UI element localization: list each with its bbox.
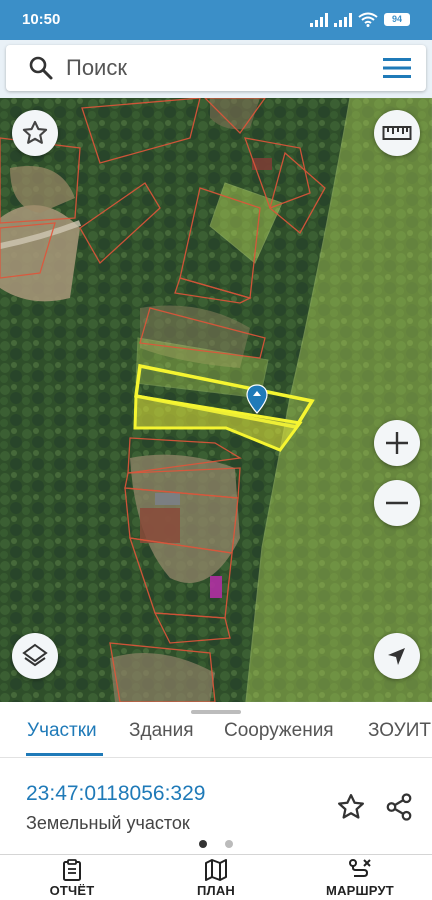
zoom-out-icon: [386, 501, 408, 505]
nav-report[interactable]: ОТЧЁТ: [22, 859, 122, 898]
page-dot-active: [199, 840, 207, 848]
tab-structures[interactable]: Сооружения: [224, 720, 334, 742]
favorite-button[interactable]: [12, 110, 58, 156]
search-area: [0, 40, 432, 98]
nav-plan-label: ПЛАН: [196, 883, 236, 898]
zoom-in-icon: [386, 432, 408, 454]
share-icon[interactable]: [384, 792, 414, 822]
parcel-info-card[interactable]: 23:47:0118056:329 Земельный участок: [0, 758, 432, 854]
tab-buildings[interactable]: Здания: [129, 720, 194, 742]
tab-zouit[interactable]: ЗОУИТ: [368, 720, 431, 742]
map-icon: [205, 859, 227, 881]
clipboard-icon: [63, 859, 81, 881]
layers-button[interactable]: [12, 633, 58, 679]
menu-icon[interactable]: [382, 56, 412, 80]
zoom-in-button[interactable]: [374, 420, 420, 466]
ruler-button[interactable]: [374, 110, 420, 156]
cadastral-number[interactable]: 23:47:0118056:329: [26, 782, 205, 806]
nav-route[interactable]: МАРШРУТ: [310, 859, 410, 898]
active-tab-indicator: [26, 753, 103, 756]
satellite-imagery: [0, 98, 432, 702]
page-dot: [225, 840, 233, 848]
layers-icon: [22, 643, 48, 667]
category-tabs: Участки Здания Сооружения ЗОУИТ: [0, 702, 432, 758]
search-icon[interactable]: [28, 55, 54, 81]
zoom-out-button[interactable]: [374, 480, 420, 526]
nav-plan[interactable]: ПЛАН: [166, 859, 266, 898]
wifi-icon: [358, 12, 378, 27]
status-time: 10:50: [22, 11, 61, 28]
search-input[interactable]: [66, 52, 366, 84]
ruler-icon: [382, 126, 412, 140]
tab-parcels[interactable]: Участки: [27, 720, 97, 742]
nav-route-label: МАРШРУТ: [326, 883, 394, 898]
signal-icon: [310, 12, 328, 27]
location-pin-icon[interactable]: [246, 384, 268, 414]
nav-report-label: ОТЧЁТ: [49, 883, 95, 898]
signal-icon: [334, 12, 352, 27]
favorite-star-icon: [22, 120, 48, 144]
bottom-navigation: ОТЧЁТ ПЛАН МАРШРУТ: [0, 854, 432, 900]
navigation-arrow-icon: [388, 648, 405, 665]
status-icons: 94: [310, 12, 410, 27]
map-view[interactable]: [0, 98, 432, 702]
parcel-type: Земельный участок: [26, 813, 190, 833]
search-box[interactable]: [6, 45, 426, 91]
battery-icon: 94: [384, 13, 410, 26]
route-icon: [349, 859, 371, 877]
drag-handle[interactable]: [191, 710, 241, 714]
my-location-button[interactable]: [374, 633, 420, 679]
status-bar: 10:50 94: [0, 0, 432, 40]
star-outline-icon[interactable]: [336, 792, 366, 822]
